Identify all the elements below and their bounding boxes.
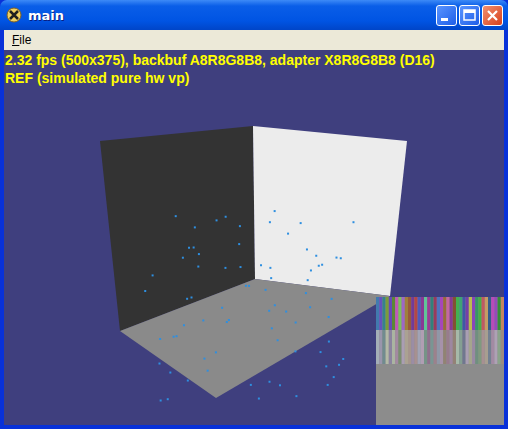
particle xyxy=(221,307,223,309)
particle xyxy=(315,255,317,257)
particle xyxy=(186,298,188,300)
floor xyxy=(120,279,390,398)
particle xyxy=(269,381,271,383)
particle xyxy=(144,290,146,292)
particle xyxy=(194,226,196,228)
maximize-icon xyxy=(459,5,480,26)
minimize-icon xyxy=(436,5,457,26)
particle xyxy=(338,364,340,366)
close-button[interactable] xyxy=(482,5,503,26)
particle xyxy=(198,253,200,255)
particle xyxy=(224,267,226,269)
particle xyxy=(277,339,279,341)
menu-item[interactable]: File xyxy=(6,33,37,47)
app-icon xyxy=(6,7,22,23)
particle xyxy=(182,257,184,259)
particle xyxy=(202,319,204,321)
particle xyxy=(203,358,205,360)
particle xyxy=(340,257,342,259)
particle xyxy=(207,370,209,372)
particle xyxy=(268,310,270,312)
particle xyxy=(321,264,323,266)
particle xyxy=(159,338,161,340)
particle xyxy=(239,225,241,227)
particle xyxy=(300,222,302,224)
particle xyxy=(331,298,333,300)
particle xyxy=(265,289,267,291)
particle xyxy=(306,248,308,250)
particle xyxy=(250,384,252,386)
particle xyxy=(175,215,177,217)
particle xyxy=(258,398,260,400)
particle xyxy=(325,365,327,367)
particle xyxy=(152,274,154,276)
particle xyxy=(269,221,271,223)
particle xyxy=(176,335,178,337)
scene xyxy=(4,50,504,425)
menu-bar: File xyxy=(4,30,504,50)
particle xyxy=(274,304,276,306)
particle xyxy=(328,341,330,343)
particle xyxy=(295,322,297,324)
particle xyxy=(167,398,169,400)
particle xyxy=(269,267,271,269)
particle xyxy=(238,243,240,245)
stats-line: 2.32 fps (500x375), backbuf A8R8G8B8, ad… xyxy=(5,51,435,69)
title-bar[interactable]: main xyxy=(0,0,508,30)
particle xyxy=(173,336,175,338)
particle xyxy=(225,216,227,218)
particle xyxy=(305,292,307,294)
window-title: main xyxy=(28,8,436,23)
particle xyxy=(270,277,272,279)
particle xyxy=(327,384,329,386)
particle xyxy=(187,380,189,382)
particle xyxy=(226,321,228,323)
particle xyxy=(160,400,162,402)
particle xyxy=(318,265,320,267)
particle xyxy=(193,246,195,248)
particle xyxy=(287,233,289,235)
particle xyxy=(285,311,287,313)
particle xyxy=(309,306,311,308)
particle xyxy=(239,266,241,268)
render-viewport: 2.32 fps (500x375), backbuf A8R8G8B8, ad… xyxy=(4,50,504,425)
particle xyxy=(183,324,185,326)
particle xyxy=(188,247,190,249)
close-icon xyxy=(482,5,503,26)
particle xyxy=(197,266,199,268)
particle xyxy=(320,351,322,353)
particle xyxy=(248,285,250,287)
particle xyxy=(260,264,262,266)
particle xyxy=(294,350,296,352)
particle xyxy=(245,285,247,287)
maximize-button[interactable] xyxy=(459,5,480,26)
particle xyxy=(335,257,337,259)
particle xyxy=(216,219,218,221)
right-wall xyxy=(253,126,407,296)
particle xyxy=(352,221,354,223)
minimize-button[interactable] xyxy=(436,5,457,26)
particle xyxy=(271,327,273,329)
particle xyxy=(169,372,171,374)
particle xyxy=(310,269,312,271)
stats-overlay: 2.32 fps (500x375), backbuf A8R8G8B8, ad… xyxy=(5,51,435,87)
particle xyxy=(228,319,230,321)
particle xyxy=(274,210,276,212)
particle xyxy=(215,351,217,353)
particle xyxy=(295,395,297,397)
app-window: main File 2.32 fps (500x375), backbuf A8R8… xyxy=(0,0,508,429)
particle xyxy=(333,376,335,378)
particle xyxy=(307,279,309,281)
stats-line: REF (simulated pure hw vp) xyxy=(5,69,435,87)
particle xyxy=(342,358,344,360)
particle xyxy=(328,316,330,318)
particle xyxy=(158,363,160,365)
particle xyxy=(279,384,281,386)
particle xyxy=(190,296,192,298)
texture-preview xyxy=(376,297,504,425)
